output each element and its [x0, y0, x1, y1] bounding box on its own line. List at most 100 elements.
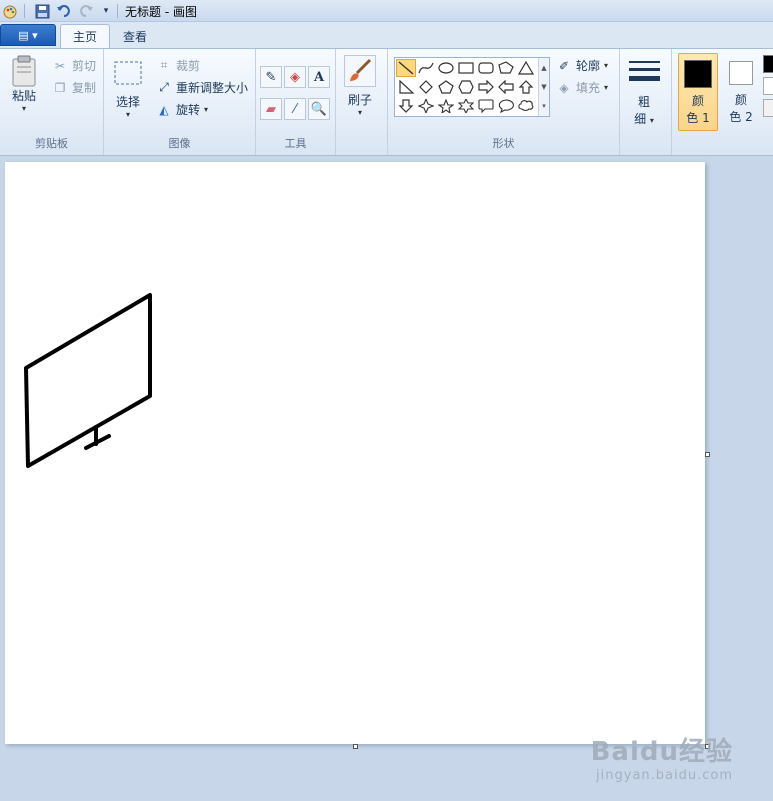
shapes-gallery-scrollbar[interactable]: ▲ ▼ ▾ [538, 58, 549, 116]
selection-rectangle-icon [112, 57, 144, 89]
watermark-url: jingyan.baidu.com [596, 768, 733, 783]
rotate-button[interactable]: ◭ 旋转 ▾ [156, 101, 208, 118]
ribbon-tabs: ▤ ▾ 主页 查看 [0, 22, 773, 48]
customize-quick-access-icon[interactable]: ▾ [98, 3, 114, 19]
scroll-down-icon[interactable]: ▼ [541, 83, 546, 91]
resize-handle-right[interactable] [705, 452, 710, 457]
curve-shape-icon[interactable] [416, 59, 436, 77]
drawing-canvas[interactable] [5, 162, 705, 744]
palette-swatch-white[interactable] [763, 77, 773, 95]
tools-group-label: 工具 [284, 137, 307, 150]
save-icon[interactable] [34, 3, 50, 19]
oval-callout-shape-icon[interactable] [496, 97, 516, 115]
polygon-shape-icon[interactable] [496, 59, 516, 77]
color-1-selector[interactable]: 颜 色 1 [678, 53, 718, 131]
cut-button[interactable]: ✂ 剪切 [52, 57, 96, 74]
watermark-logo: Baidu经验 [590, 737, 733, 767]
size-label-line2-wrap: 细 ▾ [634, 110, 654, 127]
scroll-up-icon[interactable]: ▲ [541, 64, 546, 72]
resize-handle-bottom[interactable] [353, 744, 358, 749]
text-tool-icon[interactable]: A [308, 66, 330, 88]
canvas-workspace: Baidu经验 jingyan.baidu.com [0, 156, 773, 801]
brushes-label: 刷子 [347, 93, 372, 107]
clipboard-icon [8, 55, 40, 87]
paste-button[interactable]: 粘贴 ▾ [8, 55, 40, 113]
oval-shape-icon[interactable] [436, 59, 456, 77]
tab-home[interactable]: 主页 [60, 24, 111, 48]
paste-label: 粘贴 [11, 89, 36, 103]
palette-swatch-black[interactable] [763, 55, 773, 73]
chevron-down-icon: ▾ [204, 105, 209, 114]
color-1-swatch [684, 60, 712, 88]
select-label: 选择 [115, 95, 140, 109]
fill-button[interactable]: ◈ 填充 ▾ [556, 79, 608, 96]
five-point-star-shape-icon[interactable] [436, 97, 456, 115]
six-point-star-shape-icon[interactable] [456, 97, 476, 115]
four-point-star-shape-icon[interactable] [416, 97, 436, 115]
chevron-down-icon: ▾ [357, 108, 362, 117]
pencil-icon[interactable]: ✎ [260, 66, 282, 88]
fill-icon: ◈ [559, 80, 569, 95]
down-arrow-shape-icon[interactable] [396, 97, 416, 115]
rounded-callout-shape-icon[interactable] [476, 97, 496, 115]
diamond-shape-icon[interactable] [416, 78, 436, 96]
color-1-label-line1: 颜 [691, 94, 704, 108]
rotate-icon: ◭ [159, 102, 169, 117]
line-shape-icon[interactable] [396, 59, 416, 77]
image-group-label: 图像 [168, 137, 191, 150]
outline-label: 轮廓 [576, 59, 601, 73]
eraser-icon[interactable]: ▰ [260, 98, 282, 120]
chevron-down-icon: ▾ [604, 83, 609, 92]
chevron-down-icon: ▾ [125, 110, 130, 119]
copy-button[interactable]: ❐ 复制 [52, 79, 96, 96]
image-group: 选择 ▾ ⌗ 裁剪 ⤢ 重新调整大小 ◭ 旋转 ▾ 图像 [104, 49, 256, 155]
gallery-expand-icon[interactable]: ▾ [542, 102, 546, 110]
fill-label: 填充 [576, 81, 601, 95]
color-2-swatch [729, 61, 753, 85]
cut-label: 剪切 [72, 59, 97, 73]
brush-icon [344, 55, 376, 87]
pentagon-shape-icon[interactable] [436, 78, 456, 96]
scissors-icon: ✂ [54, 58, 66, 73]
color-2-selector[interactable]: 颜 色 2 [721, 53, 761, 131]
rotate-label: 旋转 [176, 103, 201, 117]
brushes-group: 刷子 ▾ [336, 49, 388, 155]
left-arrow-shape-icon[interactable] [496, 78, 516, 96]
paint-menu-button[interactable]: ▤ ▾ [0, 24, 56, 46]
palette-swatch-empty[interactable] [763, 99, 773, 117]
size-label-line2: 细 [634, 112, 647, 126]
color-2-label-line1: 颜 [734, 93, 747, 107]
outline-pencil-icon: ✐ [558, 58, 570, 73]
rounded-rectangle-shape-icon[interactable] [476, 59, 496, 77]
brushes-button[interactable]: 刷子 ▾ [344, 55, 376, 117]
clipboard-group: 粘贴 ▾ ✂ 剪切 ❐ 复制 剪贴板 [0, 49, 104, 155]
right-arrow-shape-icon[interactable] [476, 78, 496, 96]
ribbon: 粘贴 ▾ ✂ 剪切 ❐ 复制 剪贴板 选择 ▾ ⌗ 裁剪 ⤢ 重新调整大小 ◭ … [0, 48, 773, 156]
shapes-group: ▲ ▼ ▾ ✐ 轮廓 ▾ ◈ 填充 ▾ 形状 [388, 49, 620, 155]
outline-button[interactable]: ✐ 轮廓 ▾ [556, 57, 608, 74]
paint-app-icon[interactable] [2, 3, 18, 19]
resize-button[interactable]: ⤢ 重新调整大小 [156, 79, 248, 96]
hexagon-shape-icon[interactable] [456, 78, 476, 96]
right-triangle-shape-icon[interactable] [396, 78, 416, 96]
rectangle-shape-icon[interactable] [456, 59, 476, 77]
fill-bucket-icon[interactable]: ◈ [284, 66, 306, 88]
monitor-drawing [24, 293, 152, 468]
magnifier-icon[interactable]: 🔍 [308, 98, 330, 120]
up-arrow-shape-icon[interactable] [516, 78, 536, 96]
resize-label: 重新调整大小 [176, 81, 249, 95]
size-button[interactable]: 粗 细 ▾ [628, 57, 660, 127]
color-2-label-line2: 色 2 [729, 110, 753, 124]
undo-icon[interactable] [56, 3, 72, 19]
copy-label: 复制 [72, 81, 97, 95]
crop-label: 裁剪 [176, 59, 201, 73]
tab-view[interactable]: 查看 [111, 24, 159, 48]
select-button[interactable]: 选择 ▾ [112, 57, 144, 119]
color-picker-icon[interactable]: ⁄ [284, 98, 306, 120]
triangle-shape-icon[interactable] [516, 59, 536, 77]
redo-icon[interactable] [78, 3, 94, 19]
watermark: Baidu经验 jingyan.baidu.com [591, 731, 733, 783]
resize-icon: ⤢ [159, 80, 169, 94]
crop-button[interactable]: ⌗ 裁剪 [156, 57, 200, 74]
cloud-callout-shape-icon[interactable] [516, 97, 536, 115]
